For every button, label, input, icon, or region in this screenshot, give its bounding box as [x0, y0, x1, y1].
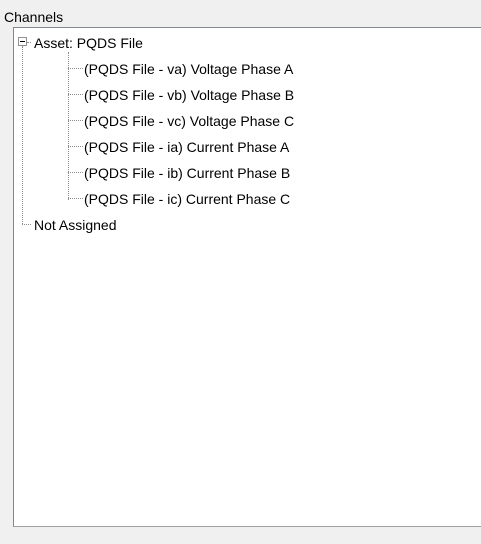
- tree-branch: [68, 120, 83, 121]
- tree-root-branch: [27, 42, 31, 43]
- tree-branch: [68, 146, 83, 147]
- tree-branch: [68, 94, 83, 95]
- tree-node-not-assigned[interactable]: Not Assigned: [34, 216, 117, 234]
- channels-group-label: Channels: [4, 9, 64, 25]
- tree-node-channel[interactable]: (PQDS File - vb) Voltage Phase B: [84, 86, 294, 104]
- collapse-toggle-icon[interactable]: [18, 37, 27, 46]
- tree-node-asset[interactable]: Asset: PQDS File: [34, 34, 143, 52]
- tree-branch: [68, 198, 83, 199]
- tree-unassigned-branch: [22, 224, 31, 225]
- tree-node-channel[interactable]: (PQDS File - vc) Voltage Phase C: [84, 112, 294, 130]
- tree-root-line: [22, 46, 23, 224]
- tree-branch: [68, 172, 83, 173]
- tree-node-channel[interactable]: (PQDS File - ia) Current Phase A: [84, 138, 289, 156]
- tree-children-line: [68, 52, 69, 200]
- tree-node-channel[interactable]: (PQDS File - ic) Current Phase C: [84, 190, 290, 208]
- tree-node-channel[interactable]: (PQDS File - va) Voltage Phase A: [84, 60, 293, 78]
- tree-branch: [68, 68, 83, 69]
- tree-node-channel[interactable]: (PQDS File - ib) Current Phase B: [84, 164, 290, 182]
- channels-tree[interactable]: Asset: PQDS File (PQDS File - va) Voltag…: [13, 27, 481, 527]
